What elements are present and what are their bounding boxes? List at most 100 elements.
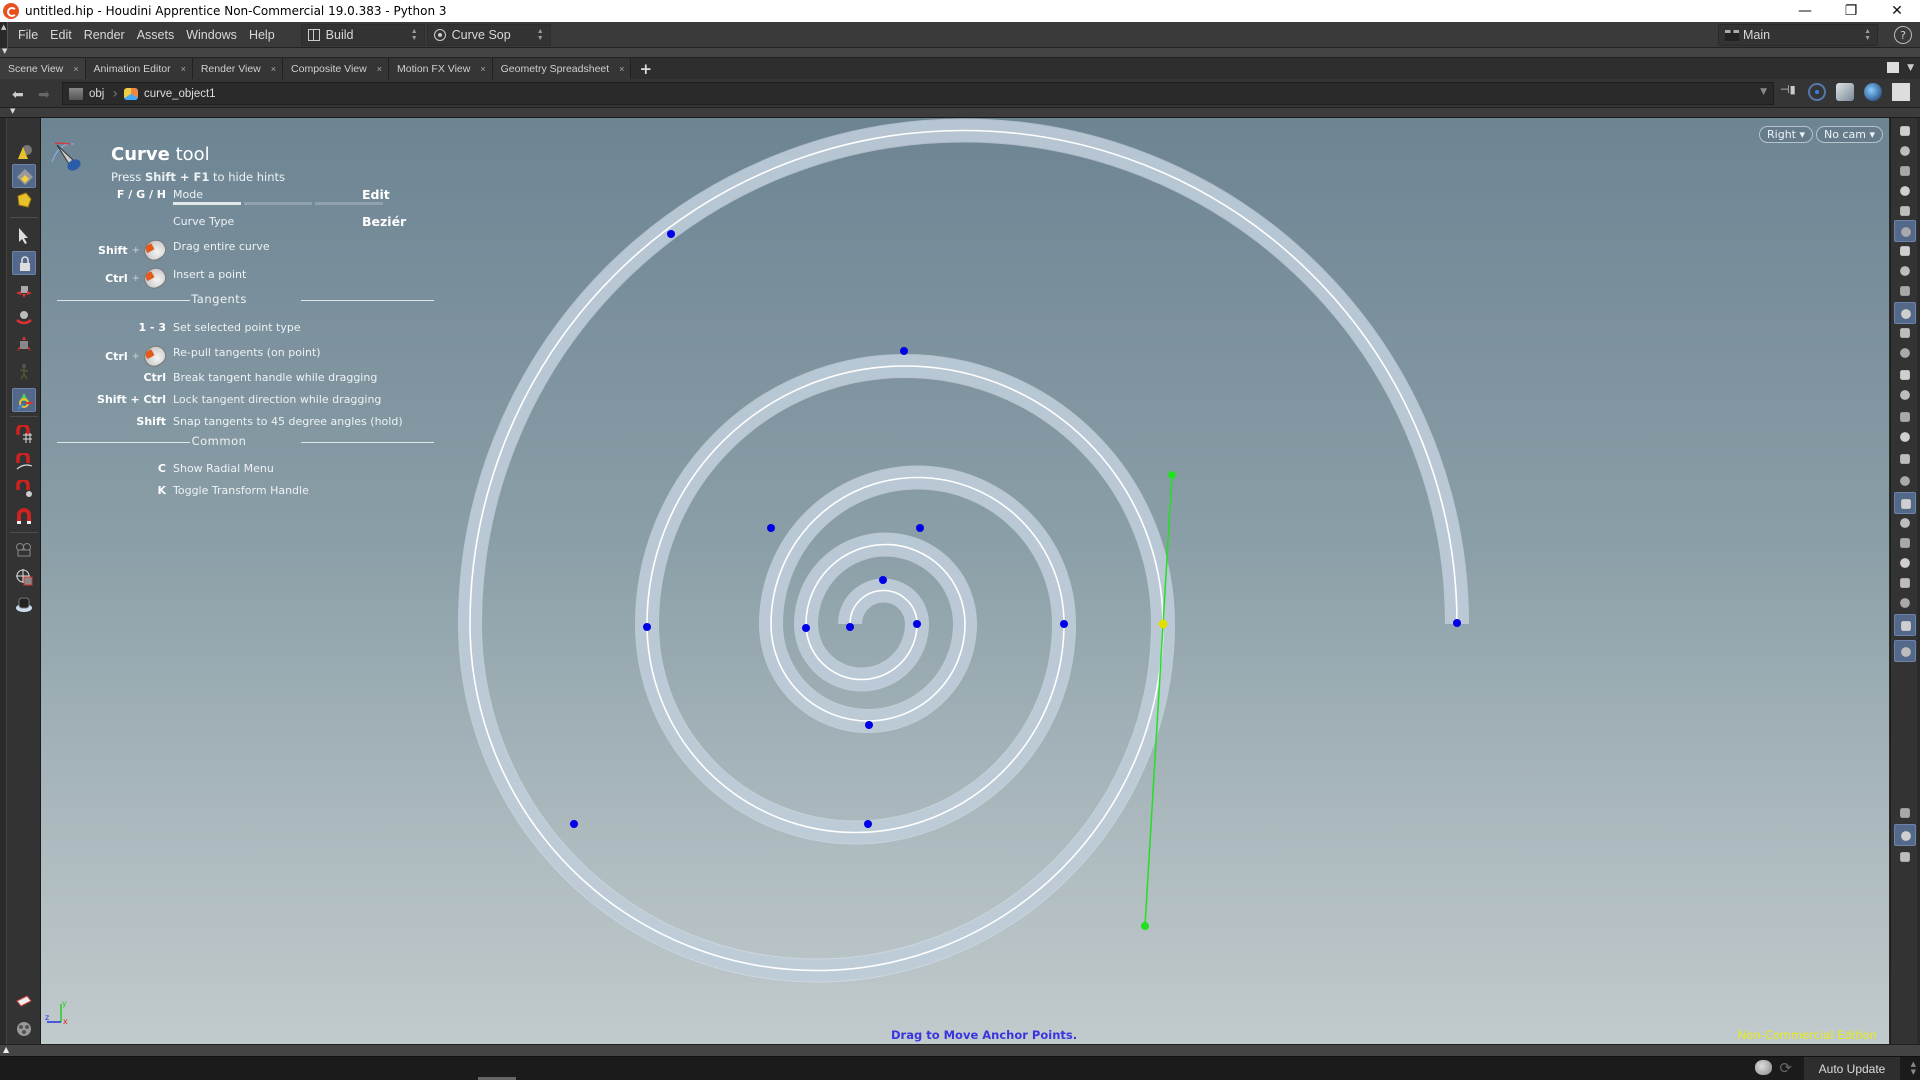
close-tab-icon[interactable]: × — [181, 64, 186, 74]
point-display-button[interactable] — [1894, 342, 1916, 364]
menubar-collapse-handle[interactable] — [0, 21, 8, 48]
layout-grid-button[interactable] — [1894, 824, 1916, 846]
nodes-button[interactable] — [1894, 552, 1916, 574]
pose-tool-button[interactable] — [12, 359, 36, 383]
menu-render[interactable]: Render — [78, 28, 131, 42]
background-image-button[interactable] — [1894, 614, 1916, 636]
high-quality-light-button[interactable] — [1894, 240, 1916, 262]
scene-viewport[interactable]: Curve tool Press Shift + F1 to hide hint… — [41, 118, 1889, 1044]
auto-update-button[interactable]: Auto Update — [1804, 1057, 1900, 1080]
lock-camera-button[interactable] — [1894, 160, 1916, 182]
tab-geometry-spreadsheet[interactable]: Geometry Spreadsheet × — [492, 58, 632, 79]
refresh-icon[interactable]: ⟳ — [1779, 1059, 1792, 1077]
snap-magnet-button[interactable] — [12, 504, 36, 528]
geometry-display-icon[interactable] — [1836, 83, 1854, 101]
restore-button[interactable]: ❐ — [1828, 0, 1874, 22]
spinner-icon: ▲ ▼ — [536, 27, 544, 42]
menu-windows[interactable]: Windows — [180, 28, 243, 42]
menu-edit[interactable]: Edit — [44, 28, 78, 42]
point-vector-button[interactable] — [1894, 384, 1916, 406]
bounding-box-button[interactable] — [1894, 532, 1916, 554]
viewport-layout-icon[interactable] — [1892, 83, 1910, 101]
back-arrow-icon[interactable]: ⬅ — [12, 87, 24, 103]
light-off-button[interactable] — [1894, 180, 1916, 202]
bottom-pane-separator[interactable] — [0, 1044, 1920, 1057]
prim-normal-button[interactable] — [1894, 426, 1916, 448]
view-camera-button[interactable] — [12, 565, 36, 589]
menu-assets[interactable]: Assets — [131, 28, 181, 42]
material-display-icon[interactable] — [1864, 83, 1882, 101]
headlight-button[interactable] — [1894, 200, 1916, 222]
auto-update-spinner-icon[interactable]: ▲ ▼ — [1911, 1060, 1916, 1076]
desktop-selector[interactable]: Build ▲ ▼ — [300, 23, 425, 46]
close-tab-icon[interactable]: × — [73, 64, 78, 74]
point-number-button[interactable] — [1894, 406, 1916, 428]
select-tool-button[interactable] — [12, 224, 36, 248]
move-tool-button[interactable] — [12, 278, 36, 302]
rotate-tool-button[interactable] — [12, 305, 36, 329]
snap-curve-button[interactable] — [12, 450, 36, 474]
display-options-button[interactable] — [1894, 120, 1916, 142]
tab-render-view[interactable]: Render View × — [192, 58, 284, 79]
network-path[interactable]: obj › curve_object1 ▼ — [62, 82, 1774, 105]
help-button[interactable]: ? — [1894, 26, 1912, 44]
particles-button[interactable] — [1894, 572, 1916, 594]
close-tab-icon[interactable]: × — [271, 64, 276, 74]
background-button[interactable] — [1894, 322, 1916, 344]
camera-dropdown[interactable]: No cam ▾ — [1816, 126, 1883, 143]
close-button[interactable]: ✕ — [1874, 0, 1920, 22]
info-button[interactable] — [1894, 802, 1916, 824]
grouped-button[interactable] — [1894, 592, 1916, 614]
select-mode-button[interactable] — [12, 164, 36, 188]
close-tab-icon[interactable]: × — [377, 64, 382, 74]
vertex-button[interactable] — [1894, 470, 1916, 492]
view-direction-dropdown[interactable]: Right ▾ — [1759, 126, 1813, 143]
link-view-icon[interactable] — [1808, 83, 1826, 101]
menu-file[interactable]: File — [12, 28, 44, 42]
scale-tool-button[interactable] — [12, 332, 36, 356]
close-tab-icon[interactable]: × — [480, 64, 485, 74]
performance-monitor-icon[interactable] — [1755, 1060, 1772, 1075]
pane-menu-icon[interactable]: ▼ — [1907, 63, 1914, 73]
snap-point-button[interactable] — [12, 477, 36, 501]
prim-number-button[interactable] — [1894, 448, 1916, 470]
minimize-button[interactable]: — — [1782, 0, 1828, 22]
render-button[interactable] — [12, 990, 36, 1014]
tab-animation-editor[interactable]: Animation Editor × — [85, 58, 193, 79]
curve-geometry[interactable] — [41, 118, 1889, 1044]
create-geometry-button[interactable] — [12, 140, 36, 164]
wireframe-cube-button[interactable] — [1894, 280, 1916, 302]
close-tab-icon[interactable]: × — [619, 64, 624, 74]
handle-tool-button[interactable] — [12, 388, 36, 412]
pane-separator[interactable] — [0, 47, 1920, 58]
context-selector[interactable]: Curve Sop ▲ ▼ — [426, 23, 551, 46]
object-mode-button[interactable] — [12, 188, 36, 212]
normal-light-button[interactable] — [1894, 220, 1916, 242]
shade-mode-button[interactable] — [1894, 302, 1916, 324]
forward-arrow-icon[interactable]: ➡ — [38, 87, 50, 103]
menu-help[interactable]: Help — [243, 28, 281, 42]
crumb-curve-object1[interactable]: curve_object1 — [118, 87, 224, 100]
pin-button[interactable] — [1894, 640, 1916, 662]
shadow-light-button[interactable] — [1894, 260, 1916, 282]
flipbook-button[interactable] — [12, 592, 36, 616]
visibility-button[interactable] — [1894, 846, 1916, 868]
crumb-obj[interactable]: obj — [63, 87, 112, 100]
tab-motion-fx-view[interactable]: Motion FX View × — [389, 58, 493, 79]
point-normal-button[interactable] — [1894, 364, 1916, 386]
camera-tool-button[interactable] — [12, 538, 36, 562]
tab-composite-view[interactable]: Composite View × — [283, 58, 389, 79]
toolbar-separator[interactable] — [0, 107, 1920, 118]
workspace-selector[interactable]: Main ▲ ▼ — [1718, 24, 1878, 46]
uv-button[interactable] — [1894, 512, 1916, 534]
tab-scene-view[interactable]: Scene View × — [0, 58, 86, 79]
face-button[interactable] — [1894, 492, 1916, 514]
maximize-pane-icon[interactable] — [1887, 62, 1900, 73]
add-tab-button[interactable]: + — [631, 58, 660, 79]
path-dropdown-icon[interactable]: ▼ — [1760, 87, 1767, 97]
lock-select-button[interactable] — [12, 251, 36, 275]
ghost-button[interactable] — [1894, 140, 1916, 162]
pin-icon[interactable]: ⊣▮ — [1780, 83, 1798, 101]
snap-grid-button[interactable] — [12, 422, 36, 446]
record-button[interactable] — [12, 1017, 36, 1041]
